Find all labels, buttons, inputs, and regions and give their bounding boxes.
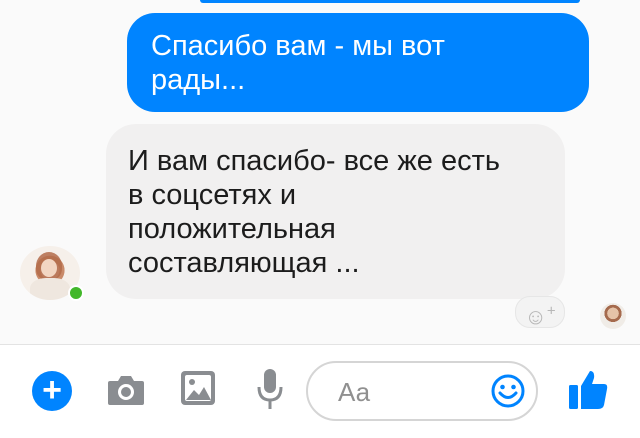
image-icon[interactable] (180, 370, 216, 406)
emoji-icon[interactable] (490, 373, 526, 409)
plus-icon: + (42, 371, 62, 409)
outgoing-message-bubble[interactable]: Спасибо вам - мы вот рады... (127, 13, 589, 112)
online-status-dot (68, 285, 84, 301)
smiley-add-icon: ☺+ (524, 303, 556, 330)
message-input-placeholder: Аа (338, 377, 371, 407)
incoming-message-bubble[interactable]: И вам спасибо- все же есть в соцсетях и … (106, 124, 565, 299)
microphone-icon[interactable] (256, 367, 284, 413)
thumbs-up-icon[interactable] (566, 367, 610, 411)
message-composer: + Аа (0, 345, 640, 438)
seen-by-avatar (600, 303, 626, 329)
more-actions-button[interactable]: + (32, 371, 72, 411)
message-input[interactable]: Аа (306, 361, 538, 421)
add-reaction-button[interactable]: ☺+ (515, 296, 565, 330)
previous-message-edge (200, 0, 580, 3)
camera-icon[interactable] (106, 373, 146, 407)
conversation-view[interactable]: Спасибо вам - мы вот рады... И вам спаси… (0, 0, 640, 344)
